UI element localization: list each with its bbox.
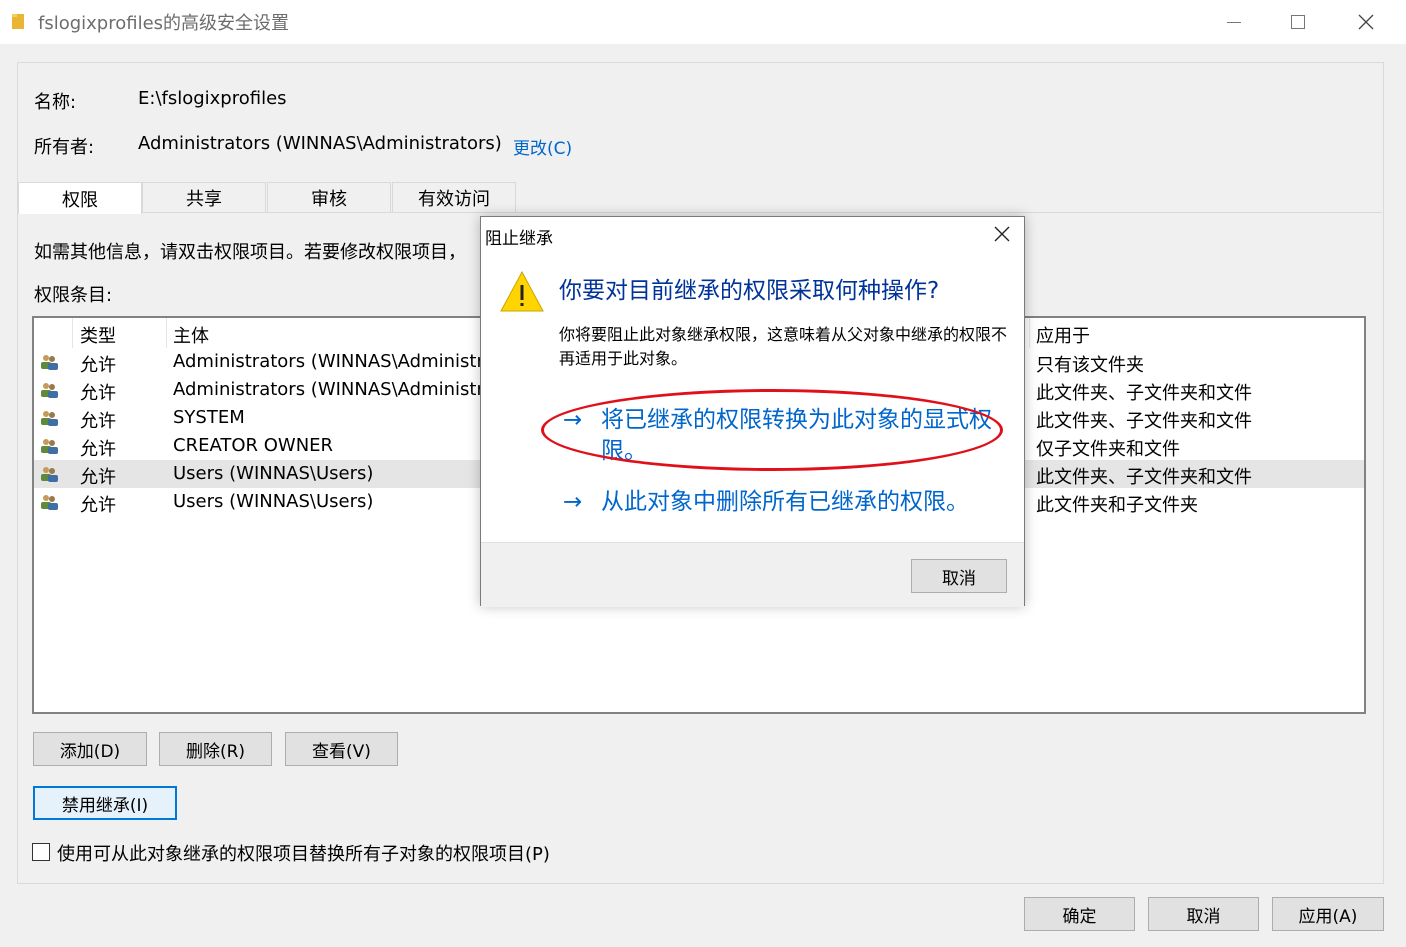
minimize-icon xyxy=(1227,21,1241,23)
block-inheritance-dialog: 阻止继承 你要对目前继承的权限采取何种操作? 你将要阻止此对象继承权限，这意味着… xyxy=(480,216,1025,607)
row-principal: Administrators (WINNAS\Administr xyxy=(173,379,484,400)
row-applies-to: 此文件夹、子文件夹和文件 xyxy=(1036,411,1252,432)
arrow-right-icon: → xyxy=(563,489,583,515)
row-applies-to: 只有该文件夹 xyxy=(1036,355,1144,376)
folder-icon xyxy=(12,14,24,29)
users-icon xyxy=(41,355,58,370)
maximize-button[interactable] xyxy=(1266,0,1330,44)
option-label: 从此对象中删除所有已继承的权限。 xyxy=(601,489,969,515)
dialog-cancel-button[interactable]: 取消 xyxy=(911,559,1007,593)
tab-effective-access[interactable]: 有效访问 xyxy=(392,182,516,212)
row-type: 允许 xyxy=(80,495,116,516)
row-type: 允许 xyxy=(80,439,116,460)
users-icon xyxy=(41,383,58,398)
tab-permissions[interactable]: 权限 xyxy=(18,182,142,214)
change-owner-link[interactable]: 更改(C) xyxy=(513,134,572,159)
column-header-principal[interactable]: 主体 xyxy=(167,322,209,348)
row-applies-to: 此文件夹、子文件夹和文件 xyxy=(1036,383,1252,404)
maximize-icon xyxy=(1291,15,1305,29)
column-separator xyxy=(72,318,73,348)
warning-icon xyxy=(500,270,544,312)
row-type: 允许 xyxy=(80,355,116,376)
owner-label: 所有者: xyxy=(34,137,95,158)
owner-value: Administrators (WINNAS\Administrators) xyxy=(138,133,502,154)
row-type: 允许 xyxy=(80,411,116,432)
row-applies-to: 仅子文件夹和文件 xyxy=(1036,439,1180,460)
column-header-type[interactable]: 类型 xyxy=(74,322,116,348)
window-title: fslogixprofiles的高级安全设置 xyxy=(38,13,290,34)
cancel-button[interactable]: 取消 xyxy=(1148,897,1259,931)
row-principal: Administrators (WINNAS\Administr xyxy=(173,351,484,372)
minimize-button[interactable] xyxy=(1202,0,1266,44)
tab-sharing[interactable]: 共享 xyxy=(142,182,266,212)
permission-entries-label: 权限条目: xyxy=(34,285,113,306)
close-icon xyxy=(994,226,1010,242)
row-principal: SYSTEM xyxy=(173,407,245,428)
ok-button[interactable]: 确定 xyxy=(1024,897,1135,931)
apply-button[interactable]: 应用(A) xyxy=(1272,897,1384,931)
hint-text: 如需其他信息，请双击权限项目。若要修改权限项目， xyxy=(34,242,466,263)
tab-auditing[interactable]: 审核 xyxy=(267,182,391,212)
remove-inherited-permissions-option[interactable]: → 从此对象中删除所有已继承的权限。 xyxy=(563,487,1003,521)
disable-inheritance-button[interactable]: 禁用继承(I) xyxy=(33,786,177,820)
dialog-footer: 取消 xyxy=(481,542,1024,607)
tab-divider xyxy=(142,212,1382,213)
dialog-close-button[interactable] xyxy=(994,223,1010,248)
view-button[interactable]: 查看(V) xyxy=(285,732,398,766)
replace-child-permissions-label: 使用可从此对象继承的权限项目替换所有子对象的权限项目(P) xyxy=(57,844,550,865)
row-principal: Users (WINNAS\Users) xyxy=(173,463,374,484)
row-applies-to: 此文件夹和子文件夹 xyxy=(1036,495,1198,516)
close-icon xyxy=(1358,14,1374,30)
row-type: 允许 xyxy=(80,467,116,488)
add-button[interactable]: 添加(D) xyxy=(33,732,147,766)
name-label: 名称: xyxy=(34,92,77,113)
users-icon xyxy=(41,439,58,454)
dialog-heading: 你要对目前继承的权限采取何种操作? xyxy=(559,278,940,304)
remove-button[interactable]: 删除(R) xyxy=(159,732,272,766)
users-icon xyxy=(41,495,58,510)
advanced-security-window: fslogixprofiles的高级安全设置 名称: E:\fslogixpro… xyxy=(0,0,1406,947)
highlight-annotation xyxy=(541,389,1003,471)
users-icon xyxy=(41,411,58,426)
name-value: E:\fslogixprofiles xyxy=(138,88,287,109)
row-applies-to: 此文件夹、子文件夹和文件 xyxy=(1036,467,1252,488)
row-principal: Users (WINNAS\Users) xyxy=(173,491,374,512)
replace-child-permissions-checkbox[interactable] xyxy=(32,843,50,861)
title-bar: fslogixprofiles的高级安全设置 xyxy=(0,0,1406,44)
row-principal: CREATOR OWNER xyxy=(173,435,334,456)
users-icon xyxy=(41,467,58,482)
column-header-applies-to[interactable]: 应用于 xyxy=(1030,322,1090,348)
row-type: 允许 xyxy=(80,383,116,404)
close-button[interactable] xyxy=(1334,0,1398,44)
dialog-description: 你将要阻止此对象继承权限，这意味着从父对象中继承的权限不再适用于此对象。 xyxy=(559,325,1008,368)
dialog-title: 阻止继承 xyxy=(485,229,553,249)
